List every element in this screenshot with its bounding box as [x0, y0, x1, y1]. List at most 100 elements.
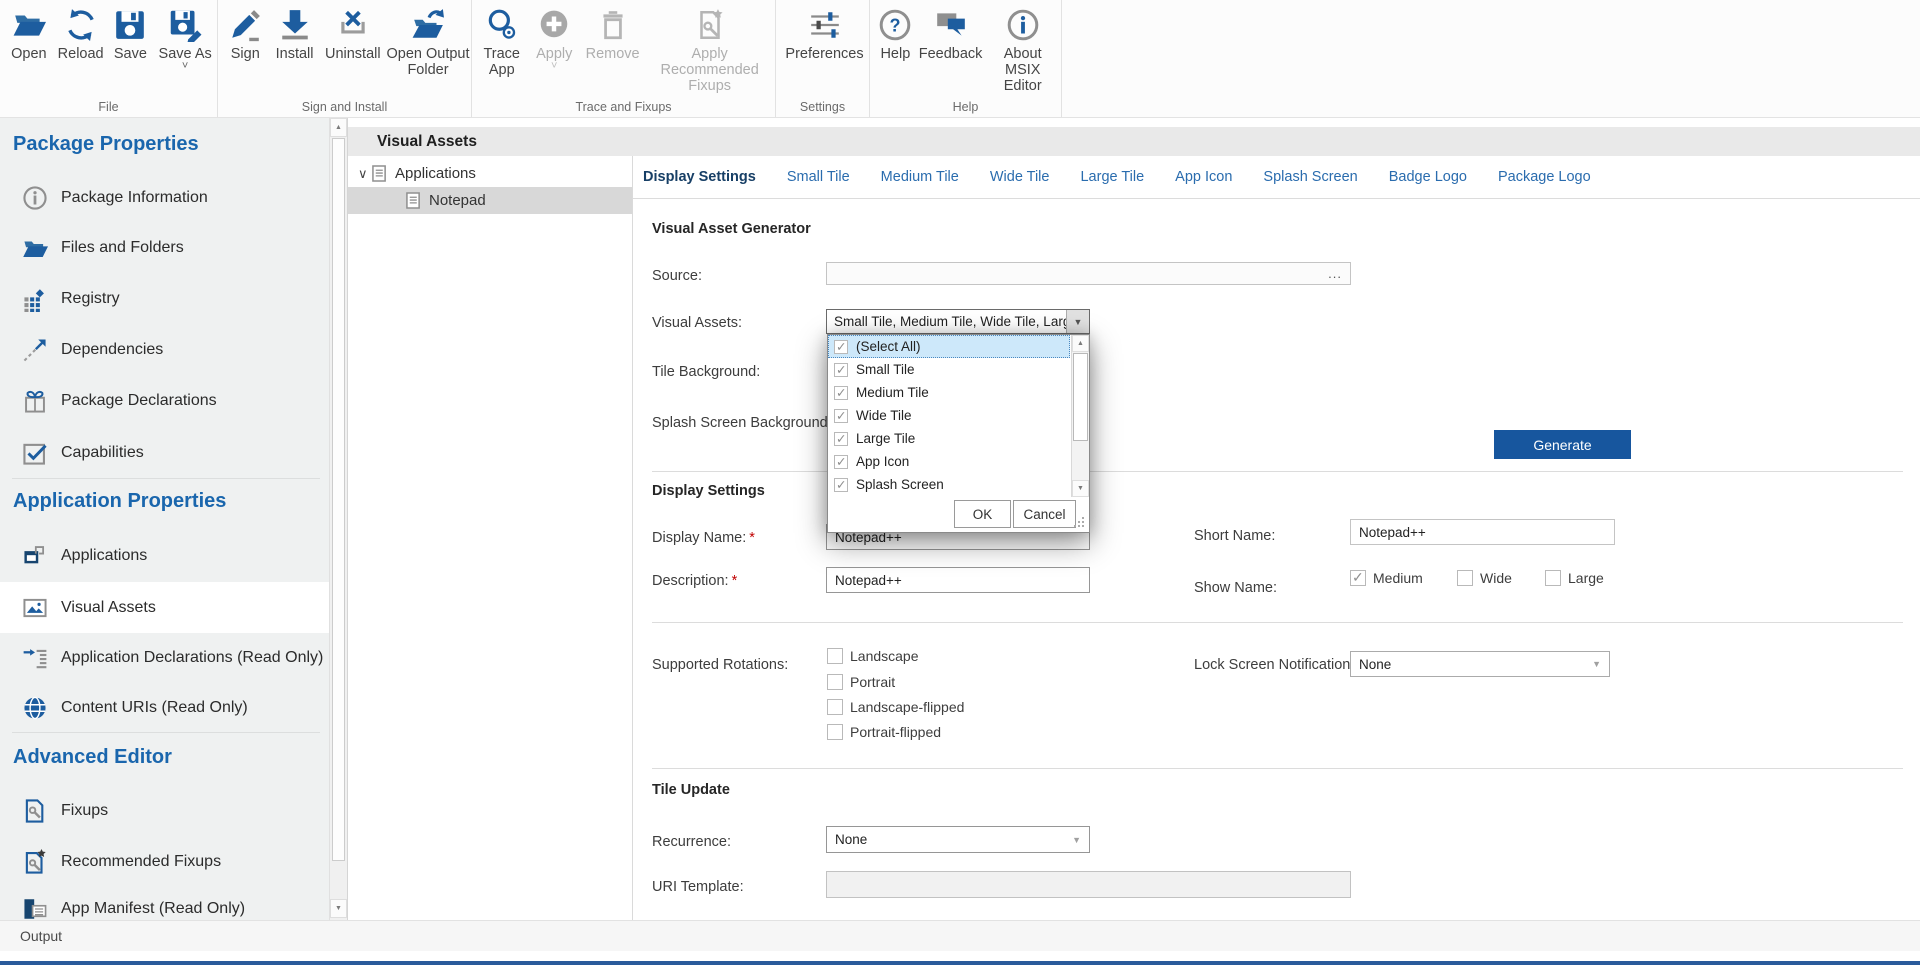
ribbon-group-help-label: Help: [870, 100, 1061, 114]
checkbox-checked-icon[interactable]: [834, 478, 848, 492]
recurrence-dropdown[interactable]: None: [826, 826, 1090, 853]
reload-button-label: Reload: [58, 46, 104, 62]
tree-node-notepad[interactable]: Notepad: [348, 187, 632, 214]
install-arrow-icon: [278, 8, 312, 42]
recurrence-label: Recurrence:: [652, 834, 731, 850]
tab-small-tile[interactable]: Small Tile: [787, 169, 850, 185]
checkbox-icon[interactable]: [827, 699, 843, 715]
popup-item-wide-tile[interactable]: Wide Tile: [828, 404, 1070, 427]
checkbox-icon[interactable]: [1545, 570, 1561, 586]
rotation-landscape-flipped-checkbox[interactable]: Landscape-flipped: [827, 699, 964, 715]
dropdown-arrow-icon: [1592, 659, 1601, 669]
scroll-down-icon[interactable]: [330, 899, 347, 918]
sidebar-item-files-and-folders[interactable]: Files and Folders: [0, 223, 330, 273]
reload-button[interactable]: Reload: [54, 0, 108, 62]
preferences-button[interactable]: Preferences: [780, 0, 869, 62]
help-button[interactable]: ? Help: [874, 0, 917, 62]
tab-display-settings[interactable]: Display Settings: [643, 169, 756, 185]
popup-scrollbar[interactable]: [1071, 335, 1089, 497]
install-button[interactable]: Install: [269, 0, 321, 62]
sidebar-item-dependencies[interactable]: Dependencies: [0, 325, 330, 375]
sidebar-item-package-declarations[interactable]: Package Declarations: [0, 376, 330, 426]
scroll-up-icon[interactable]: [330, 118, 347, 137]
checkbox-icon[interactable]: [827, 724, 843, 740]
popup-item-app-icon[interactable]: App Icon: [828, 450, 1070, 473]
popup-item-splash-screen[interactable]: Splash Screen: [828, 473, 1070, 496]
ribbon-group-file-label: File: [0, 100, 217, 114]
save-as-button[interactable]: Save As: [153, 0, 217, 72]
sidebar-scrollbar[interactable]: [329, 118, 347, 920]
description-input[interactable]: Notepad++: [826, 567, 1090, 593]
sidebar-item-fixups[interactable]: Fixups: [0, 786, 330, 836]
checkbox-checked-icon[interactable]: [834, 455, 848, 469]
tab-package-logo[interactable]: Package Logo: [1498, 169, 1591, 185]
checkbox-checked-icon[interactable]: [834, 432, 848, 446]
tab-large-tile[interactable]: Large Tile: [1080, 169, 1144, 185]
scroll-up-icon[interactable]: [1072, 335, 1089, 352]
sidebar-item-registry[interactable]: Registry: [0, 274, 330, 324]
sidebar-item-content-uris[interactable]: Content URIs (Read Only): [0, 683, 330, 733]
checkbox-checked-icon[interactable]: [834, 340, 848, 354]
show-name-wide-checkbox[interactable]: Wide: [1457, 570, 1512, 586]
tab-app-icon[interactable]: App Icon: [1175, 169, 1232, 185]
scrollbar-thumb[interactable]: [332, 138, 345, 861]
rotation-landscape-checkbox[interactable]: Landscape: [827, 648, 919, 664]
checkbox-checked-icon[interactable]: [834, 363, 848, 377]
show-name-medium-checkbox[interactable]: Medium: [1350, 570, 1423, 586]
sidebar-item-applications[interactable]: Applications: [0, 531, 330, 581]
page-title: Visual Assets: [348, 127, 1920, 156]
checkbox-checked-icon[interactable]: [834, 386, 848, 400]
source-input[interactable]: ...: [826, 262, 1351, 285]
sidebar-item-app-manifest[interactable]: App Manifest (Read Only): [0, 884, 330, 920]
apply-button: Apply: [527, 0, 580, 72]
scrollbar-thumb[interactable]: [1073, 353, 1088, 441]
popup-item-large-tile[interactable]: Large Tile: [828, 427, 1070, 450]
lock-screen-notifications-dropdown[interactable]: None: [1350, 651, 1610, 677]
generate-button[interactable]: Generate: [1494, 430, 1631, 459]
visual-assets-dropdown-popup: (Select All) Small Tile Medium Tile Wide…: [827, 334, 1090, 533]
sidebar-item-visual-assets[interactable]: Visual Assets: [0, 582, 330, 633]
checkbox-icon[interactable]: [827, 674, 843, 690]
popup-item-select-all[interactable]: (Select All): [828, 335, 1070, 358]
checkbox-checked-icon[interactable]: [1350, 570, 1366, 586]
open-output-folder-button[interactable]: Open Output Folder: [385, 0, 471, 78]
sidebar-item-recommended-fixups[interactable]: Recommended Fixups: [0, 837, 330, 887]
section-title-application-properties: Application Properties: [13, 490, 226, 513]
tab-wide-tile[interactable]: Wide Tile: [990, 169, 1050, 185]
sidebar-item-application-declarations[interactable]: Application Declarations (Read Only): [0, 633, 330, 683]
tree-node-applications[interactable]: Applications: [348, 160, 632, 187]
browse-button[interactable]: ...: [1328, 266, 1342, 281]
sign-button[interactable]: Sign: [222, 0, 269, 62]
popup-item-small-tile[interactable]: Small Tile: [828, 358, 1070, 381]
show-name-large-checkbox[interactable]: Large: [1545, 570, 1604, 586]
sidebar-item-package-information[interactable]: Package Information: [0, 173, 330, 223]
combo-dropdown-icon[interactable]: [1066, 310, 1089, 333]
open-output-folder-label: Open Output Folder: [385, 46, 471, 78]
rotation-portrait-flipped-checkbox[interactable]: Portrait-flipped: [827, 724, 941, 740]
uninstall-button[interactable]: Uninstall: [321, 0, 385, 62]
checkbox-icon[interactable]: [1457, 570, 1473, 586]
document-icon: [406, 192, 421, 209]
tab-splash-screen[interactable]: Splash Screen: [1263, 169, 1357, 185]
feedback-button[interactable]: Feedback: [917, 0, 985, 62]
cancel-button[interactable]: Cancel: [1013, 500, 1076, 528]
chevron-down-icon[interactable]: [358, 169, 372, 179]
sidebar-item-capabilities[interactable]: Capabilities: [0, 428, 330, 478]
about-msix-editor-button[interactable]: About MSIX Editor: [984, 0, 1061, 95]
tab-badge-logo[interactable]: Badge Logo: [1389, 169, 1467, 185]
open-button[interactable]: Open: [4, 0, 54, 62]
output-bar[interactable]: Output: [0, 920, 1920, 951]
trace-app-button[interactable]: Trace App: [476, 0, 527, 78]
popup-item-medium-tile[interactable]: Medium Tile: [828, 381, 1070, 404]
ok-button[interactable]: OK: [954, 500, 1011, 528]
scroll-down-icon[interactable]: [1072, 480, 1089, 497]
save-button[interactable]: Save: [108, 0, 154, 62]
tab-medium-tile[interactable]: Medium Tile: [881, 169, 959, 185]
checkbox-icon[interactable]: [827, 648, 843, 664]
visual-assets-combobox[interactable]: Small Tile, Medium Tile, Wide Tile, Larg…: [826, 309, 1090, 334]
dropdown-chevron-icon[interactable]: [182, 62, 188, 72]
resize-grip-icon[interactable]: [1072, 515, 1084, 527]
short-name-input[interactable]: Notepad++: [1350, 519, 1615, 545]
checkbox-checked-icon[interactable]: [834, 409, 848, 423]
rotation-portrait-checkbox[interactable]: Portrait: [827, 674, 895, 690]
